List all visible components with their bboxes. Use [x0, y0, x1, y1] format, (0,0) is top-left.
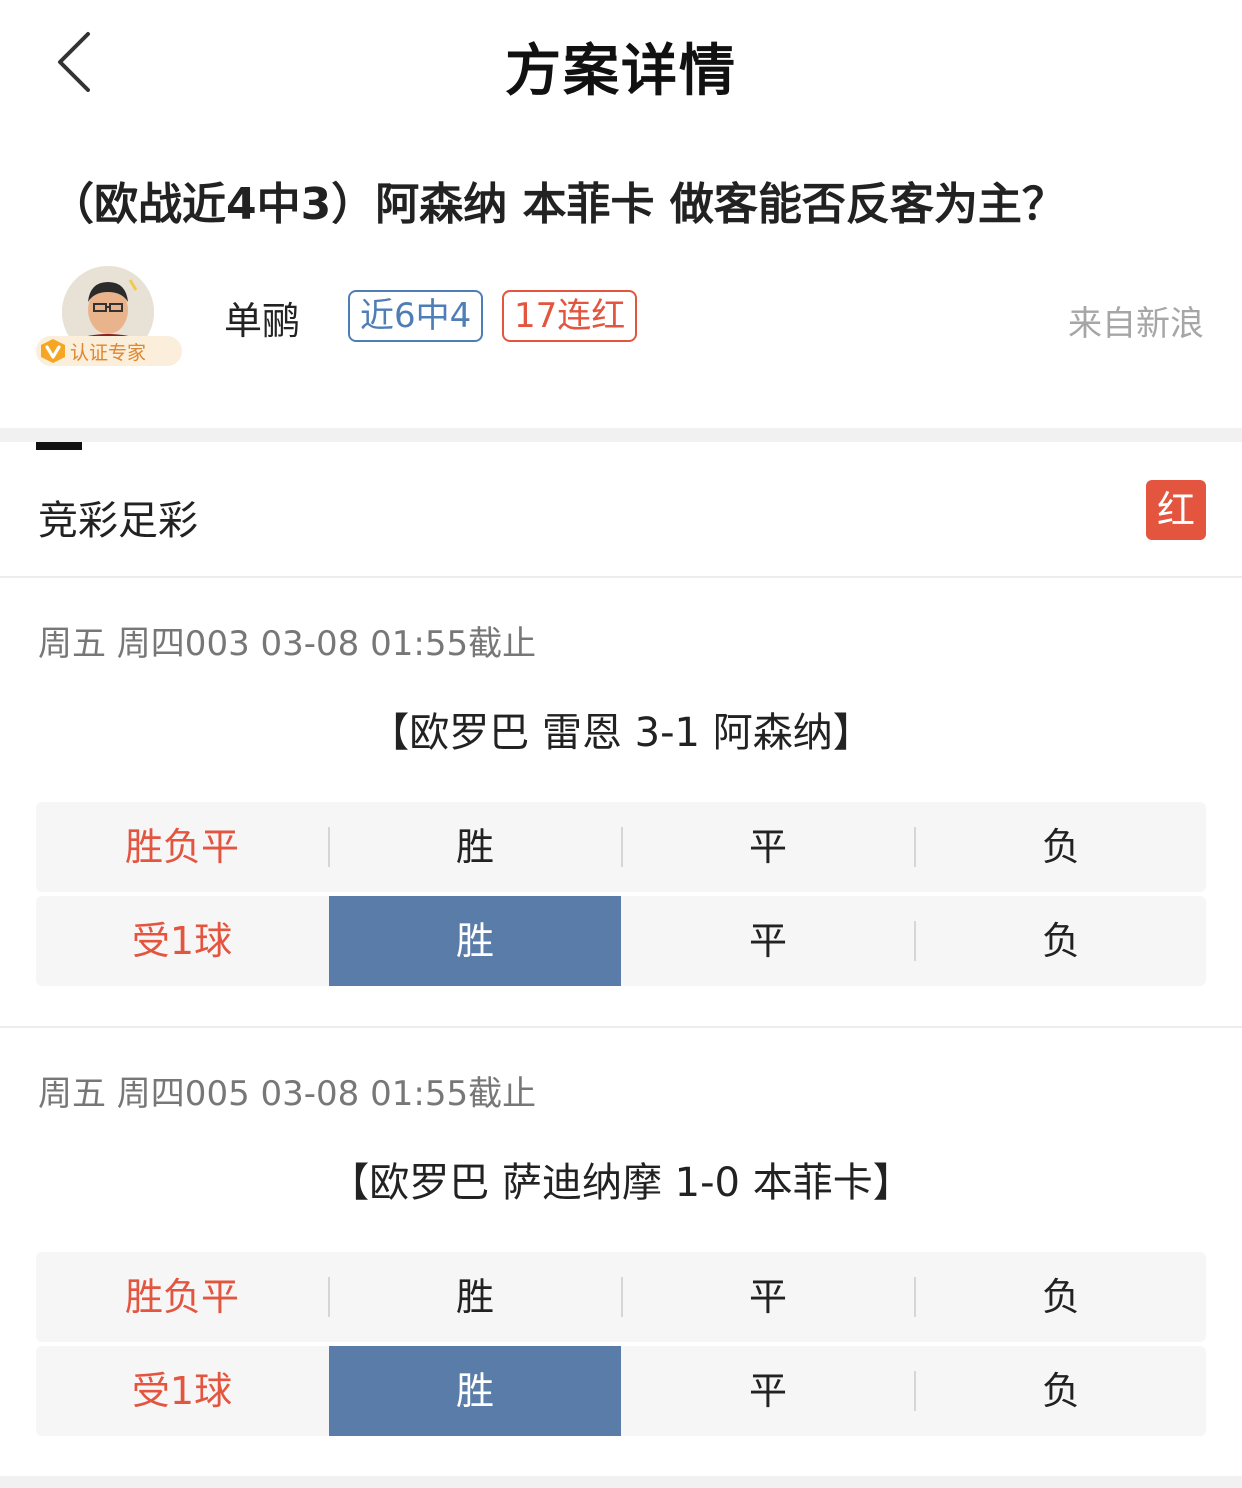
option-draw[interactable]: 平: [622, 896, 914, 986]
match-title: 【欧罗巴 雷恩 3-1 阿森纳】: [369, 710, 873, 756]
play-type-label: 受1球: [131, 919, 233, 963]
record-badge: 近6中4: [348, 290, 484, 342]
play-type-label: 胜负平: [124, 825, 239, 869]
option-win[interactable]: 胜: [329, 802, 621, 892]
verified-v-icon: [36, 336, 70, 366]
plan-title: （欧战近4中3）阿森纳 本菲卡 做客能否反客为主？: [50, 179, 1066, 230]
nav-bar: 方案详情: [0, 0, 1242, 124]
option-lose[interactable]: 负: [915, 1346, 1206, 1436]
option-draw[interactable]: 平: [622, 1346, 914, 1436]
play-type-label: 胜负平: [124, 1275, 239, 1319]
odds-row: 胜负平 胜 平 负: [36, 802, 1206, 892]
streak-badge: 17连红: [502, 290, 638, 342]
certified-expert-label: 认证专家: [70, 341, 147, 364]
category-label: 竞彩足彩: [38, 498, 198, 544]
odds-row: 胜负平 胜 平 负: [36, 1252, 1206, 1342]
match-meta: 周五 周四005 03-08 01:55截止: [38, 1074, 537, 1114]
odds-row: 受1球 胜 平 负: [36, 896, 1206, 986]
option-win-selected[interactable]: 胜: [329, 1346, 621, 1436]
odds-row: 受1球 胜 平 负: [36, 1346, 1206, 1436]
match-meta: 周五 周四003 03-08 01:55截止: [38, 624, 537, 664]
play-type-label: 受1球: [131, 1369, 233, 1413]
option-win[interactable]: 胜: [329, 1252, 621, 1342]
option-lose[interactable]: 负: [915, 896, 1206, 986]
category-row: 竞彩足彩 红: [0, 460, 1242, 578]
match-title: 【欧罗巴 萨迪纳摩 1-0 本菲卡】: [329, 1160, 913, 1206]
author-row: 认证专家 单鹂 近6中4 17连红 来自新浪: [0, 258, 1242, 378]
option-draw[interactable]: 平: [622, 802, 914, 892]
certified-expert-badge: 认证专家: [36, 336, 182, 366]
match-card: 周五 周四003 03-08 01:55截止 【欧罗巴 雷恩 3-1 阿森纳】 …: [0, 580, 1242, 1026]
section-divider: [0, 1476, 1242, 1488]
option-win-selected[interactable]: 胜: [329, 896, 621, 986]
match-divider: [0, 1026, 1242, 1028]
source-label: 来自新浪: [1068, 304, 1204, 344]
author-name[interactable]: 单鹂: [224, 290, 300, 345]
result-badge: 红: [1146, 480, 1206, 540]
match-card: 周五 周四005 03-08 01:55截止 【欧罗巴 萨迪纳摩 1-0 本菲卡…: [0, 1030, 1242, 1476]
page-title: 方案详情: [505, 39, 737, 104]
section-divider: [0, 428, 1242, 442]
option-lose[interactable]: 负: [915, 802, 1206, 892]
option-draw[interactable]: 平: [622, 1252, 914, 1342]
option-lose[interactable]: 负: [915, 1252, 1206, 1342]
tab-indicator: [36, 442, 82, 450]
